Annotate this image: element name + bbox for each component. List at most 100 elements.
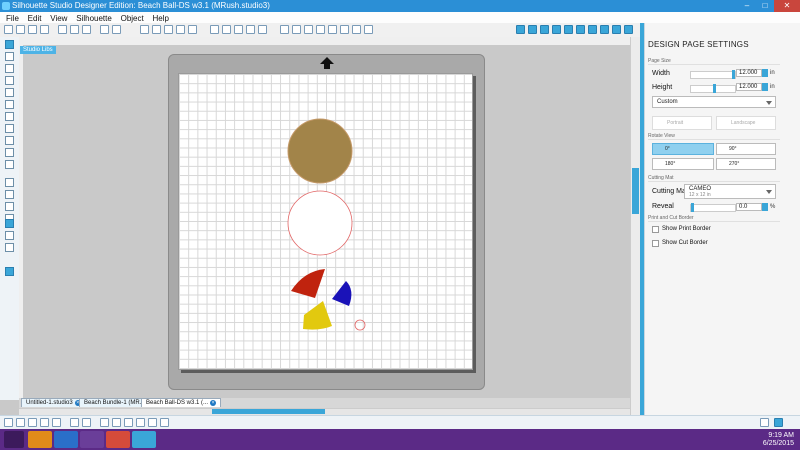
print-icon[interactable] — [40, 25, 49, 34]
offset-icon[interactable] — [364, 25, 373, 34]
menu-edit[interactable]: Edit — [28, 14, 42, 23]
rectangle-tool-icon[interactable] — [5, 76, 14, 85]
arrange-icon[interactable] — [258, 25, 267, 34]
height-slider-handle[interactable] — [713, 84, 716, 93]
smooth-freehand-icon[interactable] — [5, 160, 14, 169]
open-icon[interactable] — [16, 25, 25, 34]
outlook-icon[interactable] — [28, 431, 52, 448]
menu-help[interactable]: Help — [153, 14, 169, 23]
pan-icon[interactable] — [140, 25, 149, 34]
mirror-icon[interactable] — [292, 25, 301, 34]
replicate-panel-icon[interactable] — [588, 25, 597, 34]
minimize-button[interactable]: – — [738, 0, 756, 12]
cut-settings-icon[interactable] — [624, 25, 633, 34]
width-slider-handle[interactable] — [732, 70, 735, 79]
text-tool-icon[interactable] — [5, 178, 14, 187]
new-document-icon[interactable] — [4, 25, 13, 34]
reveal-slider-handle[interactable] — [691, 203, 694, 212]
rotate-0-option[interactable]: 0° — [652, 143, 714, 155]
blue-wedge[interactable] — [332, 281, 352, 306]
red-wedge[interactable] — [291, 269, 325, 298]
show-print-border-checkbox[interactable] — [652, 226, 659, 233]
bottom-group-icon[interactable] — [70, 418, 79, 427]
fit-page-icon[interactable] — [188, 25, 197, 34]
page-size-select[interactable]: Custom — [652, 96, 776, 108]
eraser-tool-icon[interactable] — [5, 190, 14, 199]
copy-icon[interactable] — [70, 25, 79, 34]
system-clock[interactable]: 9:19 AM 6/25/2015 — [763, 432, 794, 448]
rotate-90-option[interactable]: 90° — [716, 143, 776, 155]
freehand-tool-icon[interactable] — [5, 148, 14, 157]
small-circle[interactable] — [354, 319, 366, 331]
delete-icon[interactable] — [28, 418, 37, 427]
polygon-tool-icon[interactable] — [5, 112, 14, 121]
yellow-wedge[interactable] — [303, 301, 332, 330]
grid-settings-icon[interactable] — [528, 25, 537, 34]
bottom-trace-icon[interactable] — [124, 418, 133, 427]
top-circle[interactable] — [287, 118, 353, 184]
redo-icon[interactable] — [112, 25, 121, 34]
gear-icon[interactable] — [760, 418, 769, 427]
tab-untitled[interactable]: Untitled-1.studio3 × — [21, 398, 86, 407]
ellipse-tool-icon[interactable] — [5, 100, 14, 109]
menu-object[interactable]: Object — [121, 14, 144, 23]
zoom-select-icon[interactable] — [176, 25, 185, 34]
line-style-icon[interactable] — [564, 25, 573, 34]
align-icon[interactable] — [316, 25, 325, 34]
transform-icon[interactable] — [576, 25, 585, 34]
bring-front-icon[interactable] — [340, 25, 349, 34]
replicate-icon[interactable] — [280, 25, 289, 34]
design-page-icon[interactable] — [5, 219, 14, 228]
fill-color-icon[interactable] — [540, 25, 549, 34]
vertical-scroll-thumb[interactable] — [632, 168, 639, 214]
line-tool-icon[interactable] — [5, 64, 14, 73]
compound-icon[interactable] — [234, 25, 243, 34]
portrait-option[interactable]: Portrait — [652, 116, 712, 130]
width-field[interactable]: 12.000 — [736, 69, 762, 77]
height-spinner[interactable] — [762, 83, 768, 91]
page-settings-icon[interactable] — [516, 25, 525, 34]
undo-icon[interactable] — [100, 25, 109, 34]
close-button[interactable]: ✕ — [774, 0, 800, 12]
select-all-icon[interactable] — [4, 418, 13, 427]
save-icon[interactable] — [28, 25, 37, 34]
bottom-ungroup-icon[interactable] — [82, 418, 91, 427]
rounded-rect-icon[interactable] — [5, 88, 14, 97]
bottom-weld-icon[interactable] — [100, 418, 109, 427]
panel-toggle-icon[interactable] — [774, 418, 783, 427]
menu-file[interactable]: File — [6, 14, 19, 23]
horizontal-scroll-thumb[interactable] — [212, 409, 325, 414]
calculator-icon[interactable] — [80, 431, 104, 448]
start-button[interactable] — [4, 431, 24, 448]
chrome-icon[interactable] — [106, 431, 130, 448]
select-tool-icon[interactable] — [5, 40, 14, 49]
reveal-slider[interactable] — [690, 203, 736, 212]
select-by-color-icon[interactable] — [52, 418, 61, 427]
landscape-option[interactable]: Landscape — [716, 116, 776, 130]
group-icon[interactable] — [210, 25, 219, 34]
library-view-icon[interactable] — [5, 231, 14, 240]
weld-icon[interactable] — [352, 25, 361, 34]
menu-view[interactable]: View — [50, 14, 67, 23]
bottom-layers-icon[interactable] — [136, 418, 145, 427]
tab-beach-ball[interactable]: Beach Ball-DS w3.1 (... × — [141, 398, 222, 407]
cutting-mat-select[interactable]: CAMEO 12 x 12 in — [684, 184, 776, 199]
knife-tool-icon[interactable] — [5, 202, 14, 211]
release-compound-icon[interactable] — [246, 25, 255, 34]
point-edit-icon[interactable] — [5, 52, 14, 61]
height-slider[interactable] — [690, 84, 736, 93]
show-cut-border-checkbox[interactable] — [652, 240, 659, 247]
rotate-180-option[interactable]: 180° — [652, 158, 714, 170]
middle-circle[interactable] — [287, 190, 353, 256]
silhouette-studio-icon[interactable] — [132, 431, 156, 448]
paste-icon[interactable] — [82, 25, 91, 34]
zoom-in-icon[interactable] — [152, 25, 161, 34]
maximize-button[interactable]: □ — [756, 0, 774, 12]
zoom-out-icon[interactable] — [164, 25, 173, 34]
reveal-field[interactable]: 0.0 — [736, 203, 762, 211]
bottom-offset-icon[interactable] — [112, 418, 121, 427]
height-field[interactable]: 12.000 — [736, 83, 762, 91]
width-spinner[interactable] — [762, 69, 768, 77]
internet-explorer-icon[interactable] — [54, 431, 78, 448]
store-view-icon[interactable] — [5, 243, 14, 252]
